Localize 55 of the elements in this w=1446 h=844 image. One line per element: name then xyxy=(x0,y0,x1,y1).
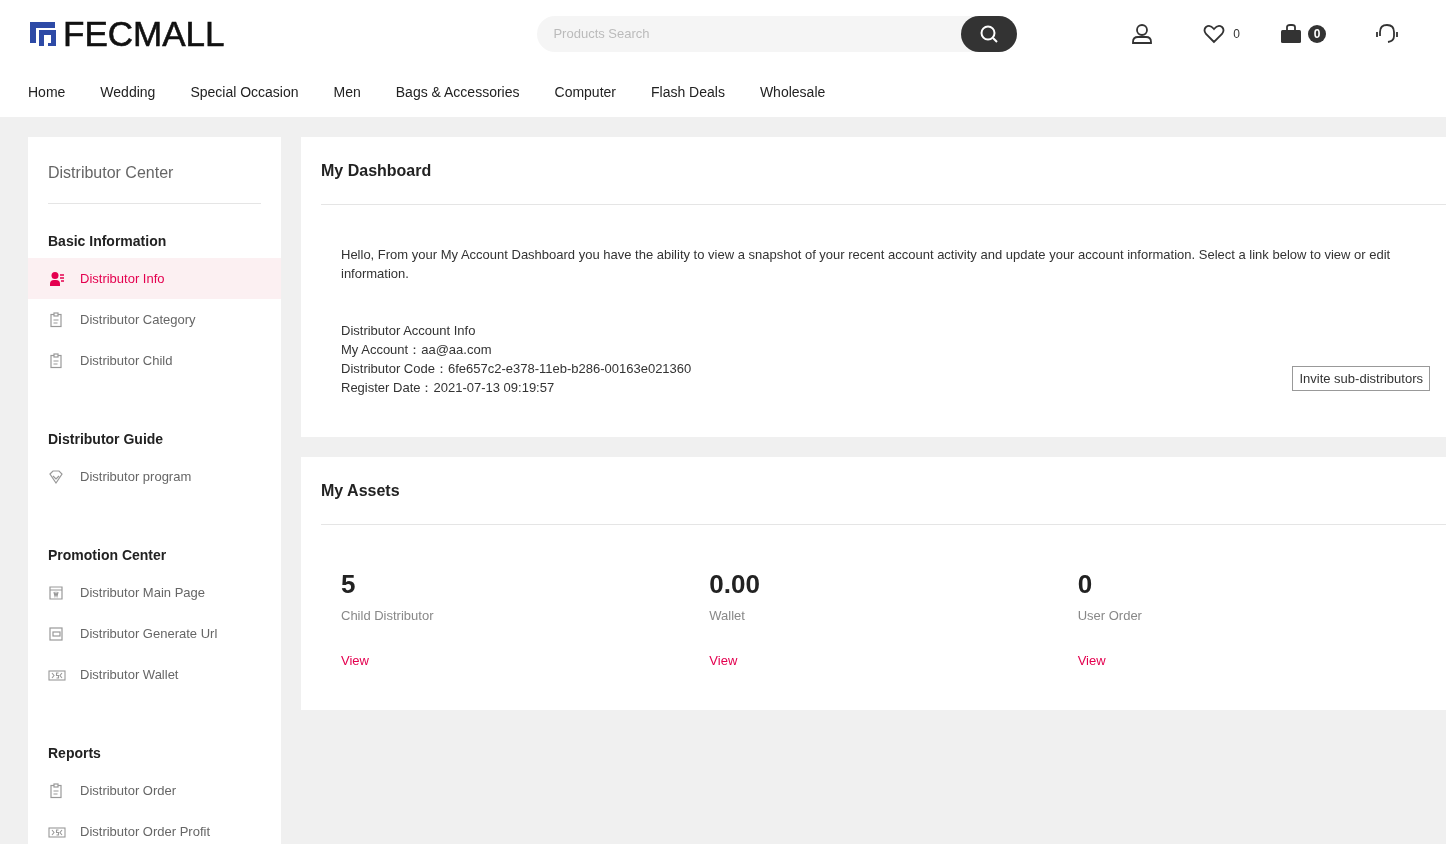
account-heading: Distributor Account Info xyxy=(341,322,477,340)
account-button[interactable] xyxy=(1131,23,1154,45)
section-heading: Reports xyxy=(47,744,102,763)
asset-value: 5 xyxy=(341,569,357,601)
frame-icon xyxy=(48,625,64,642)
storefront-icon xyxy=(48,584,64,601)
view-link[interactable]: View xyxy=(1077,650,1106,671)
search-button[interactable] xyxy=(961,16,1018,52)
nav-link-item[interactable]: Wedding xyxy=(100,82,156,103)
sidebar-item[interactable]: Distributor Info xyxy=(28,258,281,299)
nav-link-item[interactable]: Bags & Accessories xyxy=(395,82,520,103)
clipboard-icon xyxy=(48,352,64,369)
logo-text[interactable]: FECMALL xyxy=(63,15,225,51)
section-heading: Basic Information xyxy=(47,232,168,251)
intro-text: information. xyxy=(341,265,410,283)
view-link[interactable]: View xyxy=(341,650,369,671)
search-field[interactable]: Products Search xyxy=(537,23,962,45)
account-field: Distributor Code：6fe657c2-e378-11eb-b286-00163e021360 xyxy=(341,359,692,378)
view-link[interactable]: View xyxy=(709,650,738,671)
clipboard-icon xyxy=(48,782,64,799)
sidebar-item[interactable]: Distributor Child xyxy=(28,340,281,381)
sidebar-item[interactable]: Distributor Main Page xyxy=(28,572,281,613)
person-list-icon xyxy=(48,270,64,287)
sidebar-item[interactable]: Distributor program xyxy=(28,456,281,497)
asset-label: Child Distributor xyxy=(341,607,435,626)
clipboard-icon xyxy=(48,311,64,328)
sidebar-item[interactable]: Distributor Order Profit xyxy=(28,811,281,844)
account-field: My Account：aa@aa.com xyxy=(341,340,692,359)
sidebar-item[interactable]: Distributor Category xyxy=(28,299,281,340)
nav-link-item[interactable]: Wholesale xyxy=(759,82,826,103)
nav-link-item[interactable]: Flash Deals xyxy=(651,82,725,103)
cart-button[interactable]: 0 xyxy=(1280,24,1326,44)
headset-icon[interactable] xyxy=(1376,23,1398,45)
asset-value: 0 xyxy=(1077,569,1094,601)
asset-label: Wallet xyxy=(709,607,746,626)
search-icon xyxy=(979,24,1000,44)
search-bar[interactable]: Products Search xyxy=(537,16,1018,52)
section-title: My Assets xyxy=(321,457,1446,525)
invite-button[interactable]: Invite sub-distributors xyxy=(1292,365,1430,391)
nav-link-item[interactable]: Men xyxy=(333,82,361,103)
nav-link-item[interactable]: Special Occasion xyxy=(190,82,299,103)
sidebar-title: Distributor Center xyxy=(48,161,261,204)
nav-link-item[interactable]: Home xyxy=(28,82,66,103)
diamond-icon xyxy=(48,468,64,485)
intro-text: Hello, From your My Account Dashboard you have the ability to view a snapshot of your recent account activity and update your account information. Select a link below to view or edit xyxy=(341,246,1392,264)
nav-link-item[interactable]: Computer xyxy=(554,82,616,103)
section-heading: Distributor Guide xyxy=(47,430,165,449)
section-title: My Dashboard xyxy=(321,137,1446,205)
sidebar-item[interactable]: Distributor Generate Url xyxy=(28,613,281,654)
sidebar-item[interactable]: Distributor Wallet xyxy=(28,654,281,695)
sidebar-item[interactable]: Distributor Order xyxy=(28,770,281,811)
asset-label: User Order xyxy=(1077,607,1143,626)
section-heading: Promotion Center xyxy=(47,546,168,565)
asset-value: 0.00 xyxy=(709,569,761,601)
account-field: Register Date：2021-07-13 09:19:57 xyxy=(341,378,692,397)
